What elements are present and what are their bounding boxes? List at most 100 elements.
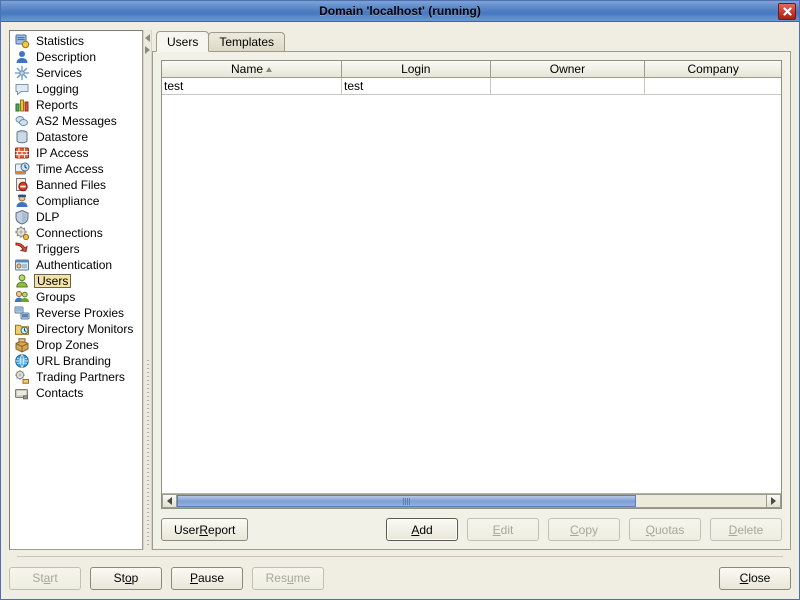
add-button[interactable]: Add [386, 518, 458, 541]
sidebar-item-connections[interactable]: Connections [10, 225, 142, 241]
start-button[interactable]: St a rt [9, 566, 81, 590]
column-header-label: Company [687, 62, 739, 76]
sidebar-item-label: Authentication [36, 258, 113, 272]
tab-templates[interactable]: Templates [208, 32, 286, 51]
tab-strip: Users Templates [152, 30, 791, 52]
column-header-label: Name [230, 62, 263, 76]
tab-label: Templates [219, 35, 275, 49]
navigation-list[interactable]: Statistics Description Services Logging Repo… [9, 30, 143, 550]
tab-panel-users: Name Login Owner Company test test User … [152, 51, 791, 550]
sidebar-item-label: Reverse Proxies [36, 306, 125, 320]
window-title: Domain 'localhost' (running) [319, 4, 481, 18]
column-header-login[interactable]: Login [341, 61, 491, 78]
compliance-icon [14, 193, 30, 209]
sidebar-item-datastore[interactable]: Datastore [10, 129, 142, 145]
users-table[interactable]: Name Login Owner Company test test [162, 61, 781, 95]
tab-label: Users [167, 34, 199, 49]
sidebar-item-reverse-proxies[interactable]: Reverse Proxies [10, 305, 142, 321]
trading-partners-icon [14, 369, 30, 385]
sidebar-item-label: Services [36, 66, 83, 80]
sidebar-item-label: Reports [36, 98, 79, 112]
dialog-body: Statistics Description Services Logging Repo… [1, 22, 799, 557]
table-header-row[interactable]: Name Login Owner Company [162, 61, 781, 78]
banned-files-icon [14, 177, 30, 193]
resume-button[interactable]: Res u me [252, 566, 324, 590]
sidebar-item-authentication[interactable]: Authentication [10, 257, 142, 273]
sidebar-item-label: Connections [36, 226, 103, 240]
sidebar-item-time-access[interactable]: Time Access [10, 161, 142, 177]
close-button[interactable]: Close [719, 566, 791, 590]
cell-owner [490, 77, 646, 95]
user-report-button[interactable]: User Report [161, 518, 249, 541]
sidebar-item-label: Statistics [36, 34, 85, 48]
sort-ascending-icon [266, 66, 272, 72]
sidebar-item-drop-zones[interactable]: Drop Zones [10, 337, 142, 353]
close-icon[interactable] [778, 3, 796, 20]
logging-icon [14, 81, 30, 97]
time-access-icon [14, 161, 30, 177]
sidebar-item-label: Drop Zones [36, 338, 99, 352]
horizontal-scrollbar[interactable] [162, 493, 781, 508]
sidebar-item-contacts[interactable]: Contacts [10, 385, 142, 401]
split-pane-divider[interactable] [143, 30, 152, 550]
collapse-right-arrow-icon[interactable] [145, 46, 150, 54]
column-header-owner[interactable]: Owner [490, 61, 646, 78]
sidebar-item-services[interactable]: Services [10, 65, 142, 81]
sidebar-item-label: Compliance [36, 194, 100, 208]
scrollbar-grip-icon [402, 497, 411, 505]
divider-grip [147, 360, 149, 546]
sidebar-item-compliance[interactable]: Compliance [10, 193, 142, 209]
scrollbar-thumb[interactable] [177, 495, 637, 507]
title-bar[interactable]: Domain 'localhost' (running) [1, 1, 799, 22]
tab-users[interactable]: Users [156, 31, 210, 52]
sidebar-item-statistics[interactable]: Statistics [10, 33, 142, 49]
sidebar-item-label: Description [36, 50, 97, 64]
sidebar-item-users[interactable]: Users [10, 273, 142, 289]
table-row[interactable]: test test [162, 77, 781, 95]
dialog-bottom-bar: St a rt St o p Pause Res u me Close [1, 557, 799, 599]
copy-button[interactable]: Copy [548, 518, 620, 541]
sidebar-item-label: Groups [36, 290, 76, 304]
sidebar-item-as2-messages[interactable]: AS2 Messages [10, 113, 142, 129]
pause-button[interactable]: Pause [171, 566, 243, 590]
sidebar-item-banned-files[interactable]: Banned Files [10, 177, 142, 193]
quotas-button[interactable]: Quotas [629, 518, 701, 541]
sidebar-item-label: IP Access [36, 146, 89, 160]
sidebar-item-triggers[interactable]: Triggers [10, 241, 142, 257]
users-icon [14, 273, 30, 289]
connections-icon [14, 225, 30, 241]
column-header-company[interactable]: Company [644, 61, 781, 78]
sidebar-item-url-branding[interactable]: URL Branding [10, 353, 142, 369]
edit-button[interactable]: Edit [467, 518, 539, 541]
content-pane: Users Templates Name Login Owner Company tes… [152, 30, 791, 550]
sidebar-item-ip-access[interactable]: IP Access [10, 145, 142, 161]
url-branding-icon [14, 353, 30, 369]
sidebar-item-reports[interactable]: Reports [10, 97, 142, 113]
delete-button[interactable]: Delete [710, 518, 782, 541]
sidebar-item-label: DLP [36, 210, 60, 224]
column-header-label: Owner [549, 62, 586, 76]
stop-button[interactable]: St o p [90, 566, 162, 590]
statistics-icon [14, 33, 30, 49]
sidebar-item-label: Datastore [36, 130, 89, 144]
scrollbar-track[interactable] [177, 494, 766, 508]
collapse-left-arrow-icon[interactable] [145, 34, 150, 42]
sidebar-item-dlp[interactable]: DLP [10, 209, 142, 225]
scroll-left-arrow-icon[interactable] [162, 494, 177, 508]
services-icon [14, 65, 30, 81]
domain-dialog-window: Domain 'localhost' (running) Statistics D… [0, 0, 800, 600]
drop-zones-icon [14, 337, 30, 353]
sidebar-item-label: Logging [36, 82, 79, 96]
sidebar-item-logging[interactable]: Logging [10, 81, 142, 97]
sidebar-item-groups[interactable]: Groups [10, 289, 142, 305]
scroll-right-arrow-icon[interactable] [766, 494, 781, 508]
column-header-name[interactable]: Name [162, 61, 342, 78]
reports-icon [14, 97, 30, 113]
contacts-icon [14, 385, 30, 401]
description-icon [14, 49, 30, 65]
sidebar-item-description[interactable]: Description [10, 49, 142, 65]
ip-access-icon [14, 145, 30, 161]
sidebar-item-trading-partners[interactable]: Trading Partners [10, 369, 142, 385]
sidebar-item-directory-monitors[interactable]: Directory Monitors [10, 321, 142, 337]
sidebar-panel: Statistics Description Services Logging Repo… [9, 30, 143, 550]
